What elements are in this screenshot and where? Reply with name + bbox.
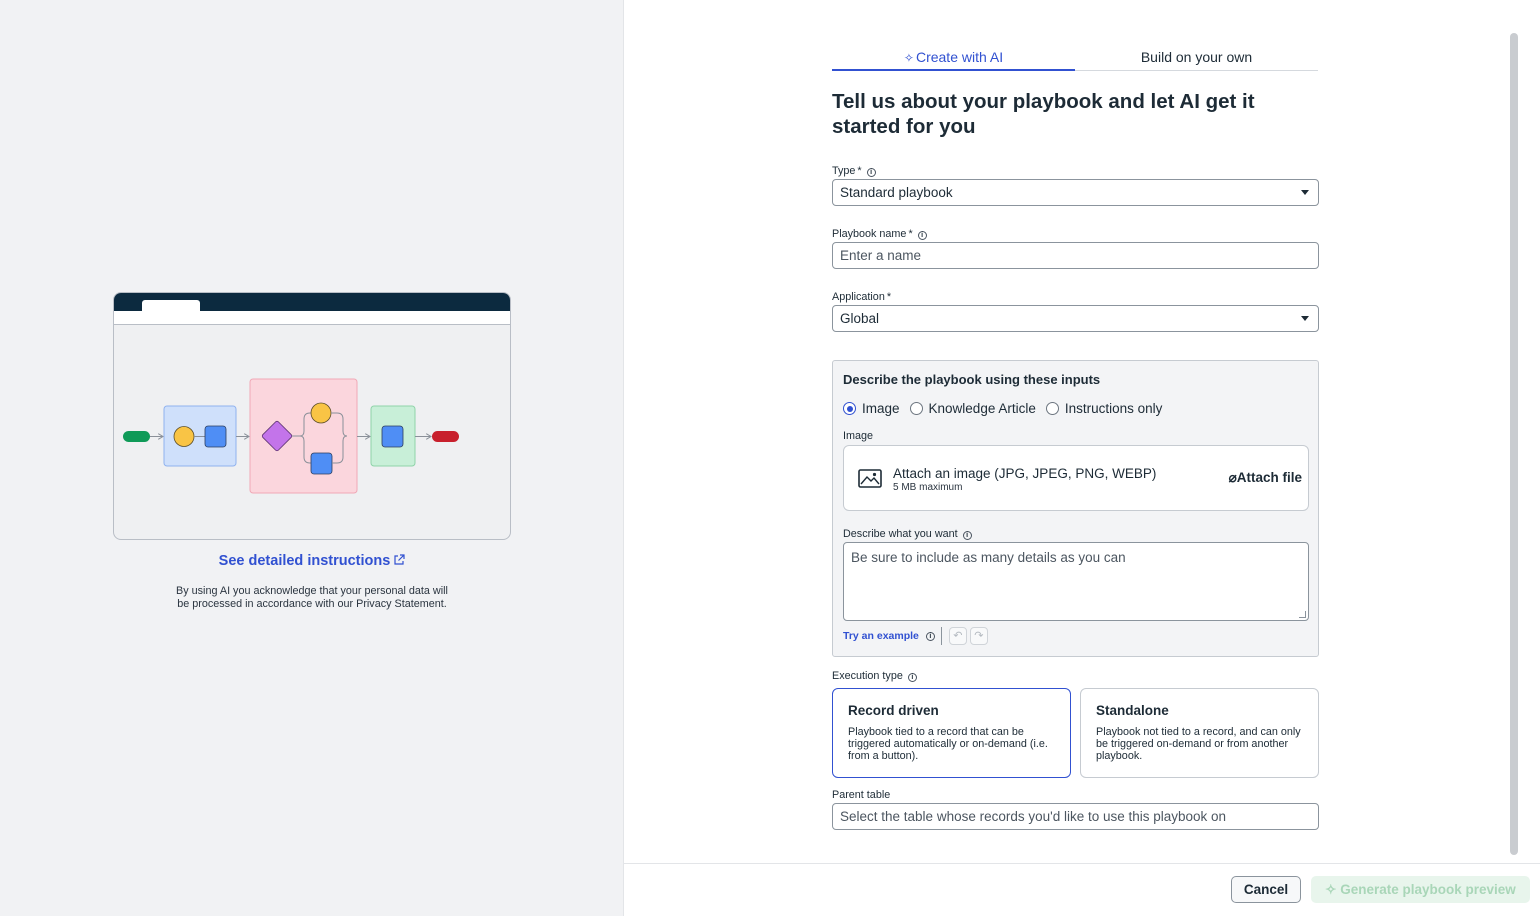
toolbar-divider	[940, 627, 942, 645]
image-label: Image	[843, 430, 874, 442]
info-icon[interactable]: i	[917, 231, 927, 240]
info-icon[interactable]: i	[907, 673, 917, 682]
type-label-text: Type	[832, 165, 856, 177]
input-type-radio-group: Image Knowledge Article Instructions onl…	[843, 401, 1172, 416]
application-select-value: Global	[840, 311, 880, 326]
caret-down-icon	[1301, 190, 1309, 195]
parent-table-label: Parent table	[832, 789, 891, 801]
describe-want-label: Describe what you want i	[843, 528, 972, 540]
describe-want-textarea[interactable]	[844, 543, 1308, 620]
generate-preview-label: Generate playbook preview	[1340, 882, 1516, 897]
tab-create-with-ai-label: Create with AI	[915, 49, 1004, 65]
end-node-shape	[432, 431, 459, 442]
playbook-illustration	[113, 292, 511, 540]
execution-card-description: Playbook tied to a record that can be tr…	[848, 726, 1048, 763]
describe-want-field	[843, 542, 1309, 621]
radio-button-checked[interactable]	[843, 402, 856, 415]
parent-table-input[interactable]	[840, 804, 1311, 829]
info-icon[interactable]: i	[925, 631, 935, 641]
execution-card-description: Playbook not tied to a record, and can o…	[1096, 726, 1301, 763]
required-mark: *	[908, 228, 913, 240]
see-instructions-label: See detailed instructions	[218, 553, 391, 569]
execution-card-standalone[interactable]: Standalone Playbook not tied to a record…	[1080, 688, 1319, 778]
tab-build-on-your-own-label: Build on your own	[1140, 49, 1253, 65]
paperclip-icon: ⌀	[1228, 470, 1237, 485]
radio-label-image: Image	[862, 401, 900, 416]
see-instructions-link[interactable]: See detailed instructions	[0, 553, 624, 570]
required-mark: *	[886, 291, 892, 303]
caret-down-icon	[1301, 316, 1309, 321]
type-select-value: Standard playbook	[840, 185, 953, 200]
playbook-name-input[interactable]	[840, 243, 1311, 268]
radio-option-knowledge-article[interactable]: Knowledge Article	[909, 401, 1036, 416]
required-mark: *	[857, 165, 862, 177]
cancel-button[interactable]: Cancel	[1231, 876, 1301, 903]
sparkle-icon: ✧	[903, 51, 914, 65]
describe-title: Describe the playbook using these inputs	[843, 372, 1101, 387]
execution-card-record-driven[interactable]: Record driven Playbook tied to a record …	[832, 688, 1071, 778]
privacy-notice: By using AI you acknowledge that your pe…	[176, 585, 448, 610]
image-dropzone[interactable]: Attach an image (JPG, JPEG, PNG, WEBP) 5…	[843, 445, 1309, 511]
info-icon[interactable]: i	[962, 531, 972, 540]
radio-button[interactable]	[909, 402, 923, 415]
radio-label-instructions-only: Instructions only	[1064, 401, 1163, 416]
resize-handle[interactable]	[1299, 611, 1306, 618]
attach-image-limit: 5 MB maximum	[893, 482, 963, 493]
attach-file-button[interactable]: ⌀Attach file	[1229, 470, 1302, 486]
start-node-shape	[123, 431, 150, 442]
undo-icon[interactable]: ↶	[948, 627, 967, 645]
scrollbar-thumb[interactable]	[1510, 33, 1518, 855]
attach-file-label: Attach file	[1236, 470, 1302, 485]
playbook-name-label: Playbook name * i	[832, 228, 927, 240]
external-link-icon	[393, 554, 405, 570]
execution-card-title: Record driven	[848, 703, 939, 718]
application-label-text: Application	[832, 291, 885, 303]
type-label: Type * i	[832, 165, 876, 177]
try-example-link[interactable]: Try an example	[843, 630, 919, 642]
redo-icon[interactable]: ↷	[969, 627, 988, 645]
describe-inputs-panel: Describe the playbook using these inputs…	[832, 360, 1319, 657]
describe-want-label-text: Describe what you want	[843, 528, 958, 540]
parent-table-field	[832, 803, 1319, 830]
application-select[interactable]: Global	[832, 305, 1319, 332]
attach-image-title: Attach an image (JPG, JPEG, PNG, WEBP)	[893, 466, 1157, 481]
example-toolbar: Try an example i ↶ ↷	[843, 627, 988, 645]
radio-label-knowledge-article: Knowledge Article	[928, 401, 1036, 416]
left-panel: See detailed instructions By using AI yo…	[0, 0, 624, 916]
radio-button[interactable]	[1045, 402, 1059, 415]
execution-card-title: Standalone	[1096, 703, 1169, 718]
sparkle-icon: ✧	[1325, 882, 1341, 897]
tab-create-with-ai[interactable]: ✧ Create with AI	[832, 44, 1075, 71]
execution-type-label: Execution type i	[832, 670, 917, 682]
playbook-name-label-text: Playbook name	[832, 228, 907, 240]
page-heading: Tell us about your playbook and let AI g…	[832, 90, 1255, 138]
radio-option-image[interactable]: Image	[843, 401, 900, 416]
tab-build-on-your-own[interactable]: Build on your own	[1075, 44, 1318, 70]
playbook-name-field	[832, 242, 1319, 269]
application-label: Application *	[832, 291, 891, 303]
info-icon[interactable]: i	[866, 168, 876, 177]
radio-option-instructions-only[interactable]: Instructions only	[1045, 401, 1163, 416]
mode-tabs: ✧ Create with AI Build on your own	[832, 44, 1318, 71]
generate-preview-button[interactable]: ✧ Generate playbook preview	[1311, 876, 1530, 903]
type-select[interactable]: Standard playbook	[832, 179, 1319, 206]
execution-type-label-text: Execution type	[832, 670, 903, 682]
image-icon	[858, 469, 882, 493]
flow-diagram-graphic	[123, 378, 459, 494]
